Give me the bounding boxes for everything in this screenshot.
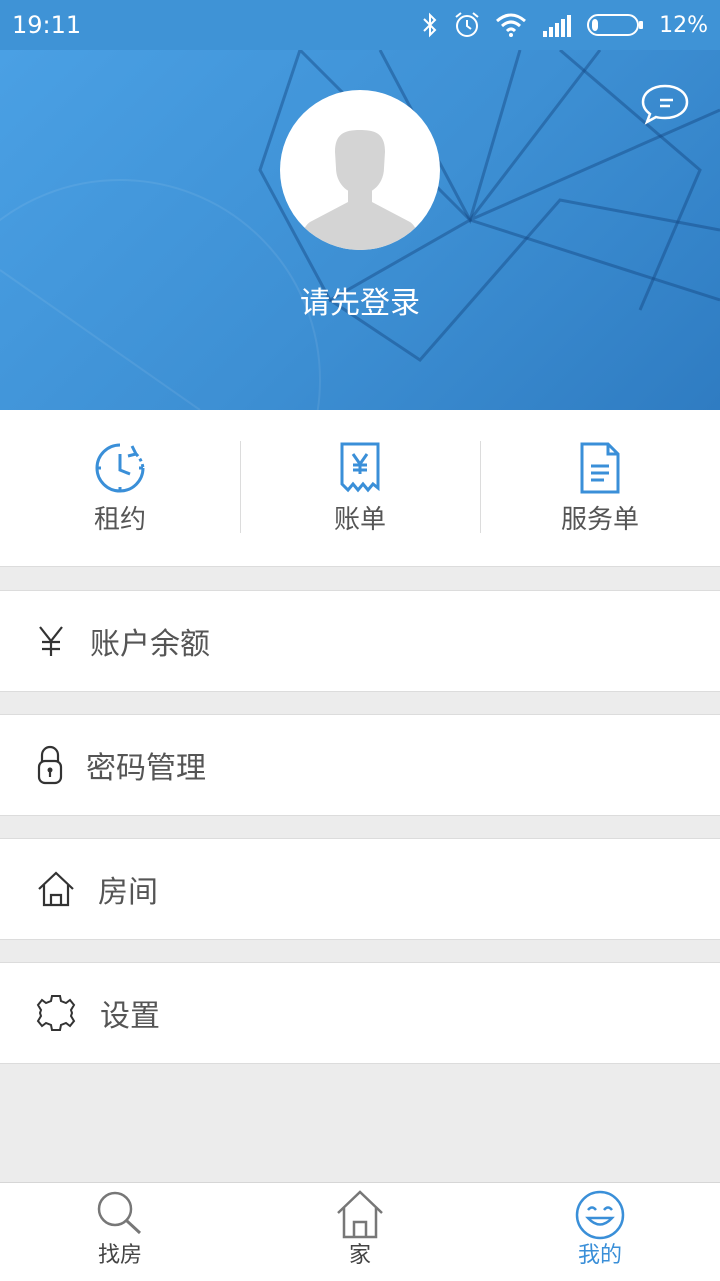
quick-action-service[interactable]: 服务单 <box>480 410 720 566</box>
tab-find-house[interactable]: 找房 <box>0 1183 240 1281</box>
bill-receipt-icon <box>340 442 380 493</box>
quick-action-label: 账单 <box>333 505 386 535</box>
tab-mine[interactable]: 我的 <box>480 1183 720 1281</box>
avatar[interactable] <box>280 90 440 250</box>
smile-icon <box>575 1190 625 1240</box>
menu-item-label: 房间 <box>98 875 158 910</box>
menu-item-label: 密码管理 <box>86 751 206 786</box>
gear-icon <box>36 995 76 1031</box>
menu-item-settings[interactable]: 设置 <box>0 962 720 1064</box>
divider <box>480 441 481 533</box>
yen-icon <box>39 626 63 656</box>
profile-header: 请先登录 <box>0 50 720 410</box>
menu-item-account-balance[interactable]: 账户余额 <box>0 590 720 692</box>
bluetooth-icon <box>423 12 437 38</box>
divider <box>240 441 241 533</box>
bottom-tab-bar: 找房 家 我的 <box>0 1182 720 1281</box>
quick-action-lease[interactable]: 租约 <box>0 410 240 566</box>
alarm-icon <box>455 12 479 37</box>
wifi-icon <box>496 13 527 37</box>
house-icon <box>38 871 74 907</box>
menu-item-label: 账户余额 <box>90 627 210 662</box>
quick-action-label: 租约 <box>93 505 146 535</box>
message-button[interactable] <box>640 82 690 126</box>
message-bubble-icon <box>641 84 689 125</box>
login-prompt[interactable]: 请先登录 <box>0 282 720 326</box>
quick-actions: 租约 账单 服务单 <box>0 410 720 567</box>
status-bar: 19:11 12% <box>0 0 720 50</box>
tab-label: 找房 <box>97 1243 142 1268</box>
home-icon <box>337 1190 383 1239</box>
tab-label: 我的 <box>577 1243 622 1268</box>
status-icons: 12% <box>421 10 708 40</box>
service-document-icon <box>580 442 620 494</box>
battery-icon <box>587 14 644 36</box>
menu-item-label: 设置 <box>100 999 160 1034</box>
menu-item-password[interactable]: 密码管理 <box>0 714 720 816</box>
signal-icon <box>543 15 572 37</box>
menu-item-room[interactable]: 房间 <box>0 838 720 940</box>
search-icon <box>97 1191 142 1235</box>
default-avatar-icon <box>300 130 420 250</box>
tab-label: 家 <box>348 1243 371 1268</box>
quick-action-label: 服务单 <box>560 505 639 535</box>
tab-home[interactable]: 家 <box>240 1183 480 1281</box>
lease-clock-icon <box>95 443 145 493</box>
quick-action-bill[interactable]: 账单 <box>240 410 480 566</box>
battery-percent: 12% <box>659 12 708 38</box>
status-time: 19:11 <box>12 11 82 39</box>
lock-icon <box>37 745 63 785</box>
